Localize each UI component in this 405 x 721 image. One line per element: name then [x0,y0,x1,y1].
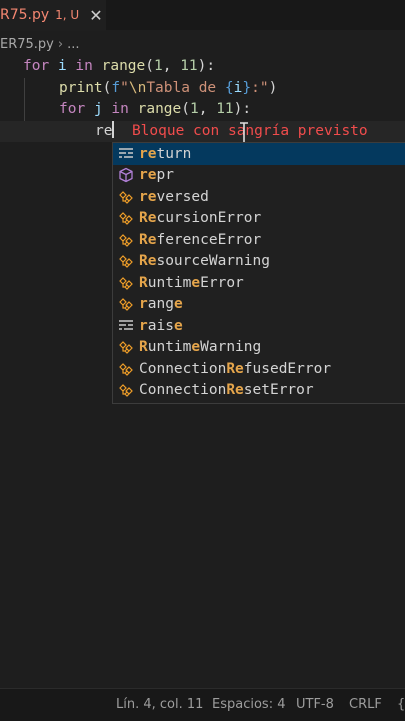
class-icon [117,209,135,227]
tab-problem-badge: 1, U [55,8,80,22]
class-icon [117,360,135,378]
suggestion-label: ReferenceError [139,231,262,248]
status-language-icon[interactable]: { [397,697,405,712]
comma: , [198,101,217,117]
kw-in: in [75,58,93,74]
suggestion-item[interactable]: ResourceWarning [113,251,405,273]
status-eol[interactable]: CRLF [349,697,382,712]
status-encoding[interactable]: UTF-8 [296,697,334,712]
suggestion-label: repr [139,167,174,184]
suggestion-item[interactable]: ConnectionRefusedError [113,358,405,380]
code-line-3[interactable]: for j in range(1, 11): [59,99,251,121]
keyword-icon [117,317,135,335]
suggestion-item[interactable]: raise [113,315,405,337]
tab-file[interactable]: R75.py 1, U ✕ [0,0,106,31]
fn-range: range [101,58,146,74]
typed-text: re [95,122,113,139]
breadcrumb: ER75.py › ... [0,34,405,54]
code-line-1[interactable]: for i in range(1, 11): [23,56,215,78]
suggestion-item[interactable]: RecursionError [113,208,405,230]
string-text: Tabla de [146,79,225,96]
autocomplete-widget[interactable]: return repr reversed RecursionError Refe… [112,142,405,404]
paren-open: ( [145,58,154,74]
fn-print: print [59,79,103,96]
code-line-4[interactable]: re Bloque con sangría previsto [95,120,368,143]
tab-title[interactable]: R75.py [0,7,49,23]
status-indentation[interactable]: Espacios: 4 [212,697,285,712]
suggestion-label: ResourceWarning [139,253,270,270]
tab-bar: R75.py 1, U ✕ [0,0,405,31]
suggestion-item[interactable]: RuntimeError [113,272,405,294]
suggestion-label: raise [139,317,183,334]
fn-range: range [137,101,182,117]
suggestion-item[interactable]: range [113,294,405,316]
status-bar: Lín. 4, col. 11 Espacios: 4 UTF-8 CRLF { [0,688,405,721]
quote-close: " [259,79,269,96]
class-icon [117,231,135,249]
paren-close: ): [197,58,216,74]
suggestion-item[interactable]: repr [113,165,405,187]
suggestion-label: RecursionError [139,210,262,227]
quote-open: " [120,79,129,96]
suggestion-item[interactable]: ConnectionResetError [113,380,405,402]
kw-in: in [111,101,129,117]
suggestion-item[interactable]: RuntimeWarning [113,337,405,359]
brace-open: { [224,79,234,96]
num-11: 11 [180,58,198,74]
class-icon [117,274,135,292]
class-icon [117,338,135,356]
comma: , [162,58,181,74]
chevron-right-icon: › [57,36,64,52]
suggestion-label: reversed [139,188,209,205]
fstring-prefix: f [111,79,121,96]
brace-close: } [242,79,252,96]
suggestion-label: ConnectionResetError [139,382,314,399]
close-icon[interactable]: ✕ [89,6,102,25]
num-1: 1 [190,101,199,117]
error-hint: Bloque con sangría previsto [131,122,368,139]
suggestion-label: range [139,296,183,313]
text-cursor [112,120,115,138]
paren-open: ( [181,101,190,117]
ibeam-cursor-icon [240,122,248,144]
string-colon: : [251,79,260,96]
escape-newline: \n [128,79,147,96]
num-11: 11 [216,101,234,117]
breadcrumb-more[interactable]: ... [67,37,79,52]
suggestion-label: RuntimeError [139,274,244,291]
var-j: j [93,101,103,117]
breadcrumb-file[interactable]: ER75.py [0,37,54,52]
class-icon [117,252,135,270]
kw-for: for [59,101,86,117]
code-line-2[interactable]: print(f"\nTabla de {i}:") [59,78,277,100]
class-icon [117,188,135,206]
suggestion-item[interactable]: return [113,143,405,165]
function-cube-icon [117,166,135,184]
keyword-icon [117,145,135,163]
num-1: 1 [154,58,163,74]
suggestion-label: return [139,145,192,162]
status-cursor-position[interactable]: Lín. 4, col. 11 [116,697,203,712]
class-icon [117,381,135,399]
suggestion-item[interactable]: ReferenceError [113,229,405,251]
class-icon [117,295,135,313]
var-i: i [57,58,67,74]
suggestion-label: RuntimeWarning [139,339,262,356]
kw-for: for [23,58,50,74]
paren-close: ): [233,101,252,117]
suggestion-label: ConnectionRefusedError [139,360,332,377]
paren-close: ) [268,79,278,96]
suggestion-item[interactable]: reversed [113,186,405,208]
